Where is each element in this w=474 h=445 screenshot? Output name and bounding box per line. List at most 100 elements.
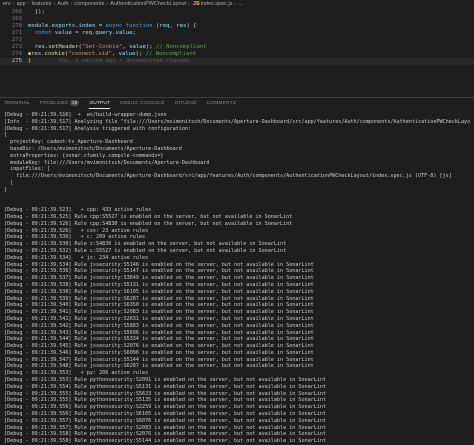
chevron-right-icon: ›	[53, 1, 56, 7]
output-line: [Debug - 09:21:39.544] Rule jssecurity:S…	[4, 336, 314, 343]
problems-count-badge: 28	[70, 100, 80, 106]
output-line: inputFiles: [	[4, 166, 51, 173]
code-line[interactable]: 275} You, 1 second ago • Uncommitted cha…	[0, 58, 474, 65]
code-token: =	[95, 23, 106, 29]
code-token: // Noncompliant	[156, 44, 207, 50]
output-line: [Debug - 09:21:39.554] Rule pythonsecuri…	[4, 383, 327, 390]
code-token: You, 1 second ago • Uncommitted changes	[31, 58, 190, 64]
tab-output[interactable]: OUTPUT	[89, 98, 111, 110]
breadcrumb-item[interactable]: features	[32, 1, 52, 7]
tab-problems[interactable]: PROBLEMS 28	[39, 98, 80, 110]
line-number: 273	[11, 44, 22, 50]
output-line: [Debug - 09:21:39.553] Rule pythonsecuri…	[4, 377, 327, 384]
code-token: "connect.sid"	[68, 51, 112, 57]
output-line: [Debug - 09:21:39.558] Rule pythonsecuri…	[4, 431, 327, 438]
breadcrumb-item[interactable]: AuthenticationPWCheckLayout	[110, 1, 186, 7]
output-line: [Debug - 09:21:39.525] Rule cpp:S5527 is…	[4, 213, 293, 220]
chevron-right-icon: ›	[234, 1, 237, 7]
line-number: 274	[11, 51, 22, 57]
code-token: query	[95, 30, 113, 36]
output-line: [Debug - 09:21:39.538] Rule jssecurity:S…	[4, 288, 314, 295]
output-line: [Debug - 09:21:39.523] + cpp: 433 active…	[4, 207, 152, 214]
breadcrumb-tail: ...	[238, 1, 243, 7]
chevron-right-icon: ›	[12, 1, 15, 7]
code-token: const	[34, 30, 52, 36]
chevron-right-icon: ›	[70, 1, 73, 7]
line-number: 269	[11, 16, 22, 22]
code-token: // Noncompliant	[145, 51, 197, 57]
output-line: [Debug - 09:21:39.534] + js: 234 active …	[4, 254, 149, 261]
code-token: "Set-Cookie"	[81, 44, 123, 50]
output-line: [Debug - 09:21:39.545] Rule jssecurity:S…	[4, 343, 314, 350]
breadcrumb-item[interactable]: components	[74, 1, 104, 7]
line-number: 270	[11, 23, 22, 29]
code-token: value	[118, 51, 136, 57]
output-line: [Debug - 09:21:39.540] Rule jssecurity:S…	[4, 302, 314, 309]
breadcrumb-item[interactable]: index.spec.js	[201, 1, 233, 7]
tab-gitlens[interactable]: GITLENS	[175, 98, 197, 110]
code-token: module	[28, 23, 49, 29]
output-line: [Debug - 09:21:39.557] Rule pythonsecuri…	[4, 424, 327, 431]
line-number: 272	[11, 37, 22, 43]
code-token: value	[129, 44, 146, 50]
output-line: moduleKey: file:///Users/mvimonitsch/Doc…	[4, 159, 210, 166]
output-line: baseDir: /Users/mvimonitsch/Documents/Ap…	[4, 145, 182, 152]
code-token: req	[159, 23, 170, 29]
tab-label: GITLENS	[174, 101, 197, 106]
output-line: [Debug - 09:21:39.536] Rule jssecurity:S…	[4, 268, 314, 275]
output-line: {	[4, 132, 8, 139]
output-line: [Debug - 09:21:39.530] Rule c:S4830 is e…	[4, 241, 287, 248]
breadcrumb: ers › app › features › Auth › components › Authent…	[0, 0, 474, 9]
breadcrumb-item[interactable]: ers	[3, 1, 11, 7]
code-token: function	[125, 23, 153, 29]
output-line: [Debug - 09:21:39.546] Rule jssecurity:S…	[4, 349, 314, 356]
tab-label: DEBUG CONSOLE	[120, 101, 165, 106]
output-line: [Debug - 09:21:39.547] Rule jssecurity:S…	[4, 356, 314, 363]
code-token: ,	[111, 51, 119, 57]
output-line: [Debug - 09:21:39.532] Rule c:S5527 is e…	[4, 247, 287, 254]
output-line: [Debug - 09:21:39.516] + ws/build-wrappe…	[4, 112, 167, 118]
chevron-right-icon: ›	[188, 1, 190, 7]
code-token: setHeader	[48, 44, 79, 50]
code-line[interactable]: 271 const value = req.query.value;	[0, 30, 474, 37]
tab-comments[interactable]: COMMENTS	[207, 98, 237, 110]
output-line: [Debug - 09:21:39.539] Rule jssecurity:S…	[4, 295, 314, 302]
output-line: projectKey: cadent-tv_Aperture-Dashboard	[4, 139, 133, 146]
code-line[interactable]: 268 });	[0, 9, 474, 16]
output-line: [Debug - 09:21:39.548] Rule jssecurity:S…	[4, 363, 314, 370]
code-token: value	[115, 30, 133, 36]
output-line: [Info - 09:21:39.517] Analyzing file "fi…	[4, 118, 470, 125]
tab-debug-console[interactable]: DEBUG CONSOLE	[120, 98, 164, 110]
breadcrumb-item[interactable]: Auth	[57, 1, 68, 7]
output-line: [Debug - 09:21:39.537] Rule jssecurity:S…	[4, 275, 314, 282]
output-log[interactable]: [Debug - 09:21:39.516] + ws/build-wrappe…	[4, 112, 470, 444]
line-number: 271	[11, 30, 22, 36]
code-token: res	[34, 44, 45, 50]
line-number: 275	[11, 58, 22, 64]
code-editor[interactable]: 268 }); 269 270 module.exports.index = asyn…	[0, 9, 474, 65]
code-token: ;	[132, 30, 136, 36]
output-line: [Debug - 09:21:39.555] Rule pythonsecuri…	[4, 390, 327, 397]
tab-label: PROBLEMS	[39, 101, 69, 106]
output-line: [Debug - 09:21:39.517] Analysis triggere…	[4, 125, 192, 132]
tab-terminal[interactable]: TERMINAL	[4, 98, 30, 110]
output-line: [Debug - 09:21:39.534] Rule jssecurity:S…	[4, 261, 314, 268]
js-file-icon: JS	[192, 1, 200, 7]
chevron-right-icon: ›	[106, 1, 109, 7]
code-line[interactable]: 274 ●res.cookie("connect.sid", value); //…	[0, 51, 474, 58]
code-line[interactable]: 269	[0, 16, 474, 23]
output-line: [Debug - 09:21:39.555] Rule pythonsecuri…	[4, 397, 327, 404]
code-token: res	[176, 23, 187, 29]
output-line: ]	[4, 179, 14, 186]
code-line[interactable]: 272	[0, 37, 474, 44]
output-line: [Debug - 09:21:39.526] + css: 23 active …	[4, 227, 149, 234]
output-line: [Debug - 09:21:39.541] Rule jssecurity:S…	[4, 315, 314, 322]
code-line[interactable]: 270 module.exports.index = async function…	[0, 23, 474, 30]
breadcrumb-item[interactable]: app	[16, 1, 25, 7]
code-token: );	[145, 44, 157, 50]
code-line[interactable]: 273 res.setHeader("Set-Cookie", value); …	[0, 44, 474, 51]
output-line: [Debug - 09:21:39.558] Rule pythonsecuri…	[4, 438, 327, 445]
